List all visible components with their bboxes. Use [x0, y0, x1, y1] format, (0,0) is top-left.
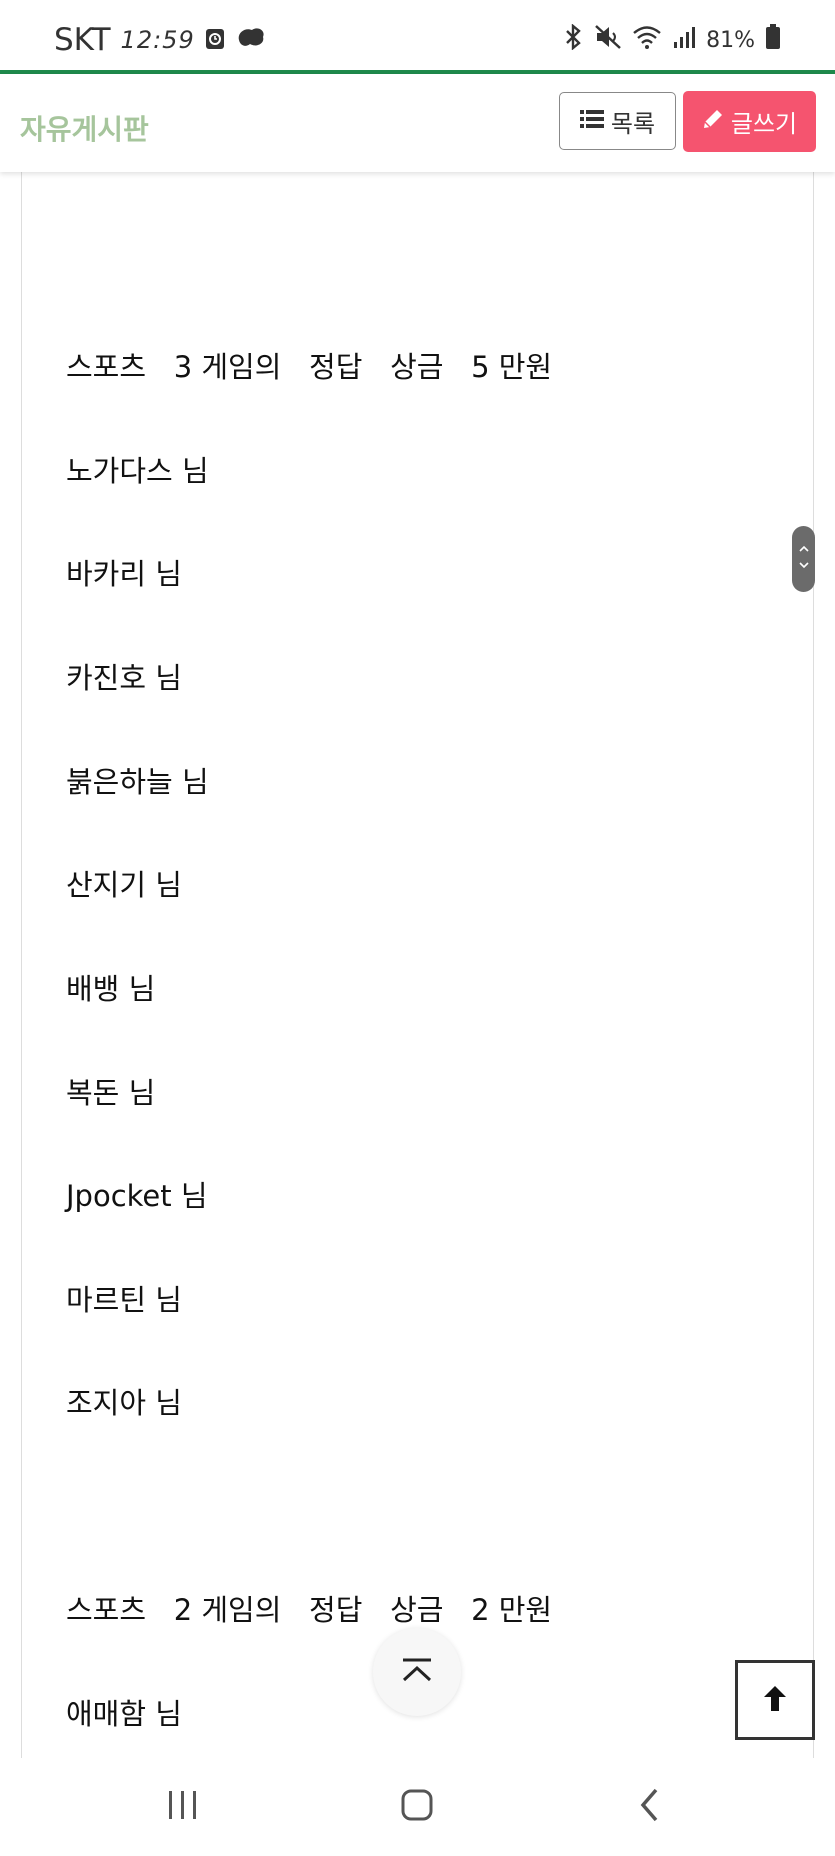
fast-scroll-handle[interactable]	[792, 526, 815, 592]
battery-icon	[765, 24, 781, 56]
post-content: 스포츠 3 게임의 정답 상금 5 만원 노가다스 님 바카리 님 카진호 님 …	[21, 172, 814, 1758]
home-button[interactable]	[382, 1778, 452, 1836]
system-nav-bar	[0, 1758, 835, 1856]
winner-line: 노가다스 님	[66, 454, 209, 488]
wifi-icon	[632, 24, 662, 56]
chevron-up-icon	[798, 543, 810, 559]
chevron-down-icon	[798, 559, 810, 575]
scroll-to-top-button[interactable]	[373, 1628, 461, 1716]
clock: 12:59	[120, 26, 195, 54]
winner-line: 바카리 님	[66, 557, 182, 591]
signal-icon	[672, 25, 696, 55]
home-icon	[400, 1788, 434, 1826]
prize-heading: 스포츠 3 게임의 정답 상금 5 만원	[66, 350, 553, 384]
status-right: 81%	[562, 23, 781, 56]
back-to-top-button[interactable]	[735, 1660, 815, 1740]
back-button[interactable]	[615, 1778, 685, 1836]
winner-line: 조지아 님	[66, 1386, 182, 1420]
battery-percent: 81%	[706, 27, 755, 53]
recent-apps-icon	[166, 1789, 200, 1825]
list-icon	[579, 107, 604, 135]
winner-line: Jpocket 님	[66, 1179, 208, 1213]
board-title[interactable]: 자유게시판	[20, 108, 149, 148]
winner-line: 복돈 님	[66, 1076, 156, 1110]
winner-line: 카진호 님	[66, 661, 182, 695]
prize-heading: 스포츠 2 게임의 정답 상금 2 만원	[66, 1593, 553, 1627]
bluetooth-icon	[562, 23, 584, 56]
alarm-icon	[205, 22, 225, 58]
mute-icon	[594, 24, 622, 56]
caret-up-bar-icon	[400, 1657, 434, 1687]
arrow-up-icon	[761, 1683, 789, 1717]
winner-line: 붉은하늘 님	[66, 765, 209, 799]
back-icon	[638, 1787, 662, 1827]
carrier-label: SKT	[54, 22, 111, 58]
list-button[interactable]: 목록	[559, 92, 676, 150]
recent-apps-button[interactable]	[148, 1778, 218, 1836]
winner-line: 마르틴 님	[66, 1283, 182, 1317]
winner-line: 산지기 님	[66, 868, 182, 902]
pencil-icon	[702, 108, 724, 136]
list-button-label: 목록	[610, 109, 656, 138]
write-button-label: 글쓰기	[730, 110, 798, 138]
status-left: SKT 12:59	[54, 22, 267, 58]
board-header: 자유게시판 목록 글쓰기	[0, 74, 835, 172]
cloud-app-icon	[235, 22, 267, 58]
status-bar: SKT 12:59 81%	[0, 0, 835, 72]
write-button[interactable]: 글쓰기	[683, 91, 816, 152]
winner-line: 배뱅 님	[66, 972, 156, 1006]
winner-line: 애매함 님	[66, 1697, 182, 1731]
